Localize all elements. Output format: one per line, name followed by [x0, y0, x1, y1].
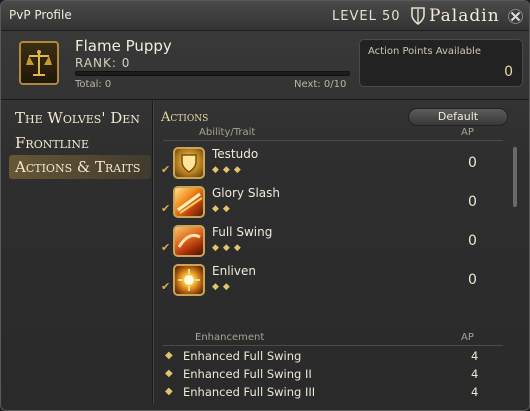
check-icon: ✔ — [161, 280, 171, 293]
action-ap: 0 — [468, 194, 477, 210]
actions-panel: Actions Default Ability/Trait AP ✔ Testu… — [157, 104, 523, 404]
actions-scrollbar[interactable] — [513, 147, 517, 207]
action-ap: 0 — [468, 272, 477, 288]
actions-title: Actions — [161, 110, 209, 125]
pvp-profile-window: PvP Profile LEVEL 50 Paladin Flame Puppy… — [0, 0, 530, 411]
action-rank-diamonds: ◆◆◆ — [212, 165, 245, 175]
diamond-bullet-icon: ◆ — [165, 350, 173, 361]
ap-column-header: AP — [461, 127, 474, 138]
action-rank-diamonds: ◆◆◆ — [212, 243, 245, 253]
diamond-bullet-icon: ◆ — [165, 386, 173, 397]
enhancement-row[interactable]: ◆ Enhanced Full Swing III 4 — [157, 384, 507, 402]
action-row-glory-slash[interactable]: ✔ Glory Slash ◆◆ 0 — [157, 184, 507, 222]
action-ap: 0 — [468, 155, 477, 171]
rank-label: RANK: 0 — [75, 56, 131, 70]
actions-header-line — [163, 140, 503, 141]
enhancement-column-header: Enhancement — [195, 332, 265, 343]
action-name: Full Swing — [212, 225, 273, 239]
sidebar-nav: The Wolves' Den Frontline Actions & Trai… — [9, 104, 151, 404]
action-rank-diamonds: ◆◆ — [212, 282, 234, 292]
rank-progress-bar — [75, 71, 350, 76]
action-points-value: 0 — [504, 64, 513, 80]
window-title: PvP Profile — [9, 8, 72, 22]
sidebar-item-actions-traits[interactable]: Actions & Traits — [9, 155, 151, 179]
check-icon: ✔ — [161, 241, 171, 254]
enhancement-ap: 4 — [471, 349, 479, 363]
action-row-full-swing[interactable]: ✔ Full Swing ◆◆◆ 0 — [157, 223, 507, 261]
testudo-shield-icon — [173, 147, 205, 179]
enhancement-name: Enhanced Full Swing II — [183, 367, 312, 381]
diamond-bullet-icon: ◆ — [165, 368, 173, 379]
action-ap: 0 — [468, 233, 477, 249]
enliven-icon — [173, 264, 205, 296]
action-rank-diamonds: ◆◆ — [212, 204, 234, 214]
action-row-enliven[interactable]: ✔ Enliven ◆◆ 0 — [157, 262, 507, 300]
level-label: LEVEL 50 — [332, 9, 401, 24]
full-swing-icon — [173, 225, 205, 257]
action-name: Enliven — [212, 264, 256, 278]
enhancement-header-line — [163, 345, 503, 346]
sidebar-item-frontline[interactable]: Frontline — [9, 131, 151, 155]
vertical-divider — [152, 101, 153, 404]
profile-name: Flame Puppy — [75, 37, 172, 55]
action-name: Testudo — [212, 147, 259, 161]
enhancement-row[interactable]: ◆ Enhanced Full Swing 4 — [157, 348, 507, 366]
rank-next-label: Next: 0/10 — [294, 79, 347, 90]
action-row-testudo[interactable]: ✔ Testudo ◆◆◆ 0 — [157, 145, 507, 183]
enhancement-name: Enhanced Full Swing — [183, 349, 302, 363]
enhancement-ap: 4 — [471, 385, 479, 399]
action-name: Glory Slash — [212, 186, 280, 200]
header-divider — [1, 99, 529, 100]
enhancement-row[interactable]: ◆ Enhanced Full Swing II 4 — [157, 366, 507, 384]
check-icon: ✔ — [161, 163, 171, 176]
job-name: Paladin — [429, 6, 500, 26]
close-x-icon[interactable] — [507, 8, 524, 25]
action-points-label: Action Points Available — [368, 46, 481, 57]
enhancement-ap: 4 — [471, 367, 479, 381]
sidebar-item-wolves-den[interactable]: The Wolves' Den — [9, 106, 151, 130]
default-button[interactable]: Default — [408, 108, 508, 126]
rank-total-label: Total: 0 — [75, 79, 112, 90]
action-points-box: Action Points Available 0 — [359, 39, 523, 87]
ability-column-header: Ability/Trait — [199, 127, 256, 138]
profile-header: Flame Puppy RANK: 0 Total: 0 Next: 0/10 … — [9, 35, 523, 95]
enhancement-name: Enhanced Full Swing III — [183, 385, 316, 399]
enhancement-ap-column-header: AP — [461, 332, 474, 343]
check-icon: ✔ — [161, 202, 171, 215]
paladin-shield-icon — [411, 7, 425, 25]
scales-emblem-icon — [19, 41, 59, 85]
title-bar[interactable]: PvP Profile LEVEL 50 Paladin — [1, 1, 529, 31]
glory-slash-icon — [173, 186, 205, 218]
